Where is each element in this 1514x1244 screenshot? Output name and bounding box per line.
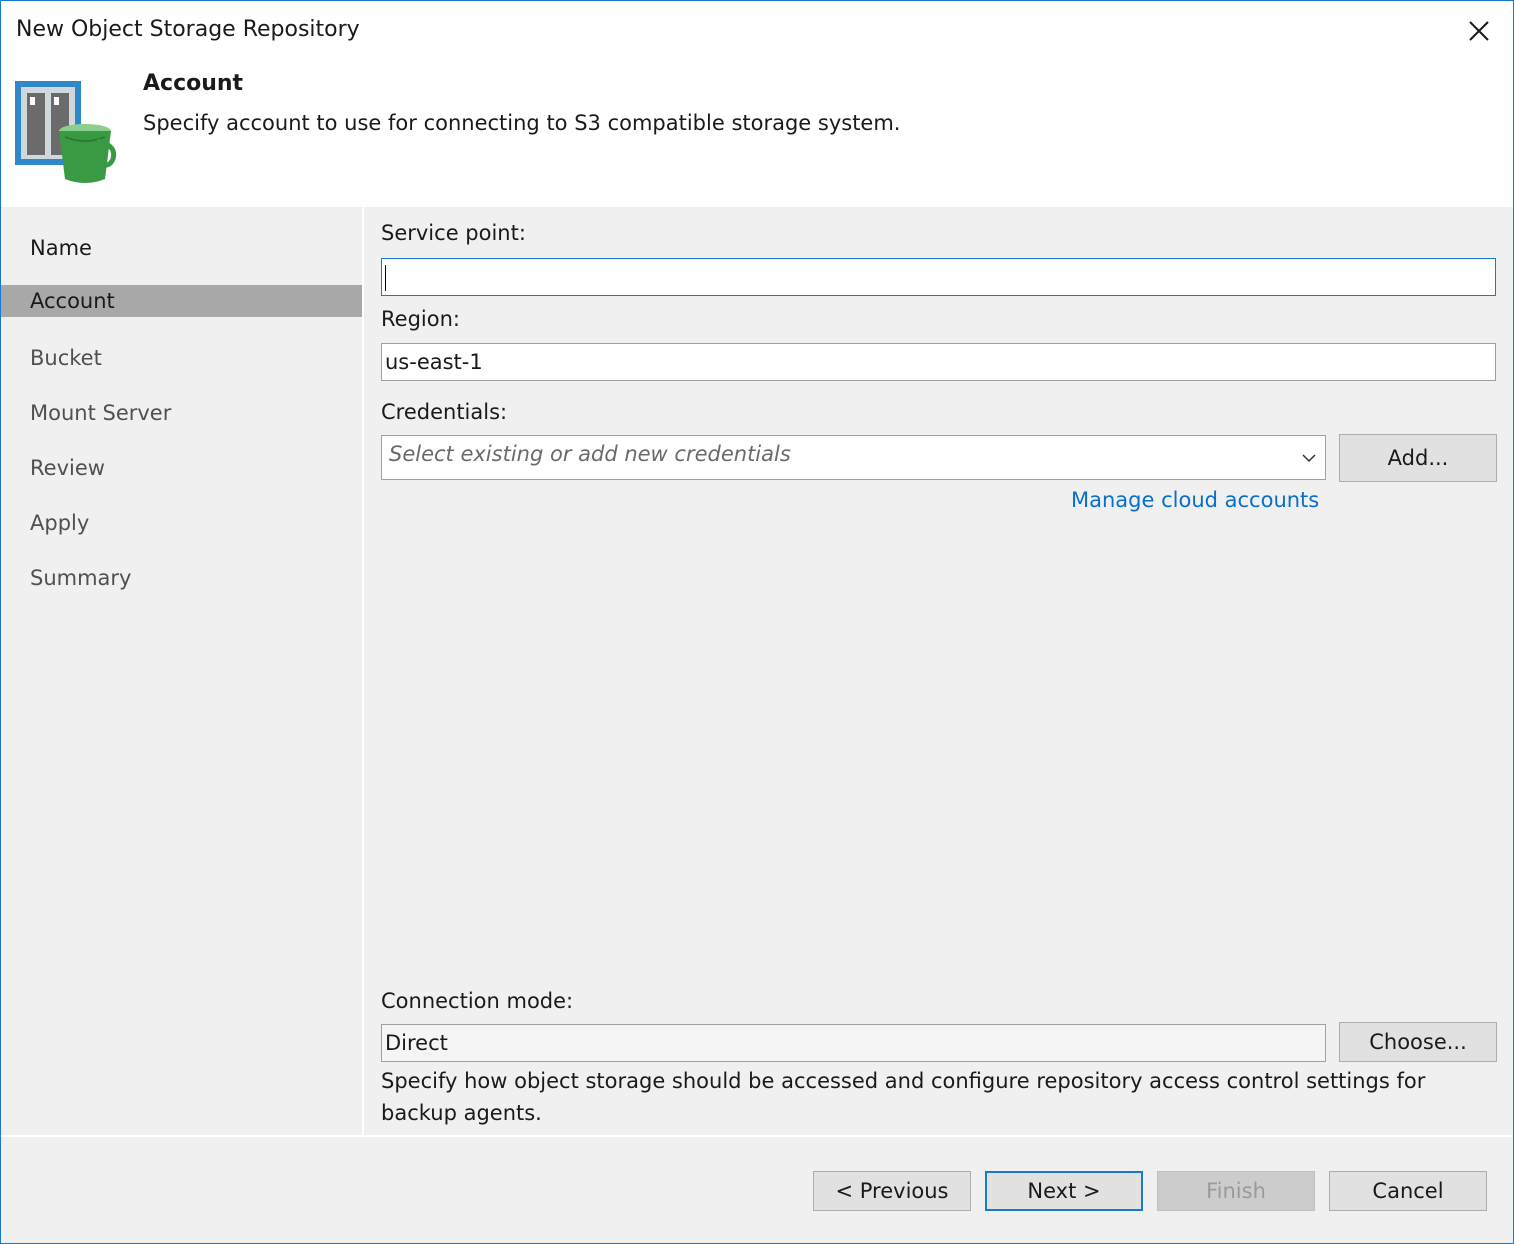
wizard-window: New Object Storage Repository Account Sp… (0, 0, 1514, 1244)
next-button[interactable]: Next > (985, 1171, 1143, 1211)
close-button[interactable] (1459, 11, 1499, 51)
service-point-input[interactable] (381, 258, 1496, 296)
connection-mode-hint: Specify how object storage should be acc… (381, 1069, 1426, 1125)
wizard-steps: Name Account Bucket Mount Server Review … (1, 207, 364, 1135)
finish-button: Finish (1157, 1171, 1315, 1211)
manage-cloud-accounts-link[interactable]: Manage cloud accounts (1071, 488, 1319, 512)
step-summary[interactable]: Summary (1, 562, 362, 594)
wizard-footer: < Previous Next > Finish Cancel (1, 1135, 1513, 1243)
credentials-dropdown[interactable]: Select existing or add new credentials (381, 435, 1326, 480)
page-title: Account (143, 71, 244, 96)
step-apply[interactable]: Apply (1, 507, 362, 539)
cancel-button[interactable]: Cancel (1329, 1171, 1487, 1211)
choose-connection-mode-button[interactable]: Choose... (1339, 1022, 1497, 1062)
add-credentials-button[interactable]: Add... (1339, 434, 1497, 482)
credentials-placeholder: Select existing or add new credentials (389, 442, 791, 466)
step-name[interactable]: Name (1, 232, 362, 264)
region-input[interactable]: us-east-1 (381, 343, 1496, 381)
region-label: Region: (381, 307, 460, 331)
connection-mode-field: Direct (381, 1024, 1326, 1062)
title-bar: New Object Storage Repository (1, 1, 1513, 65)
step-mount-server[interactable]: Mount Server (1, 397, 362, 429)
object-storage-bucket-icon (15, 81, 117, 183)
text-cursor (385, 265, 386, 291)
close-icon (1469, 21, 1489, 41)
region-value: us-east-1 (385, 350, 483, 374)
connection-mode-label: Connection mode: (381, 989, 574, 1013)
connection-mode-value: Direct (385, 1031, 448, 1055)
page-description: Specify account to use for connecting to… (143, 111, 901, 135)
wizard-header: Account Specify account to use for conne… (1, 65, 1513, 207)
step-account[interactable]: Account (1, 285, 362, 317)
step-review[interactable]: Review (1, 452, 362, 484)
previous-button[interactable]: < Previous (813, 1171, 971, 1211)
window-title: New Object Storage Repository (16, 17, 360, 42)
account-form: Service point: Region: us-east-1 Credent… (365, 207, 1513, 1135)
chevron-down-icon (1302, 454, 1316, 463)
service-point-label: Service point: (381, 221, 526, 245)
credentials-label: Credentials: (381, 400, 508, 424)
step-bucket[interactable]: Bucket (1, 342, 362, 374)
